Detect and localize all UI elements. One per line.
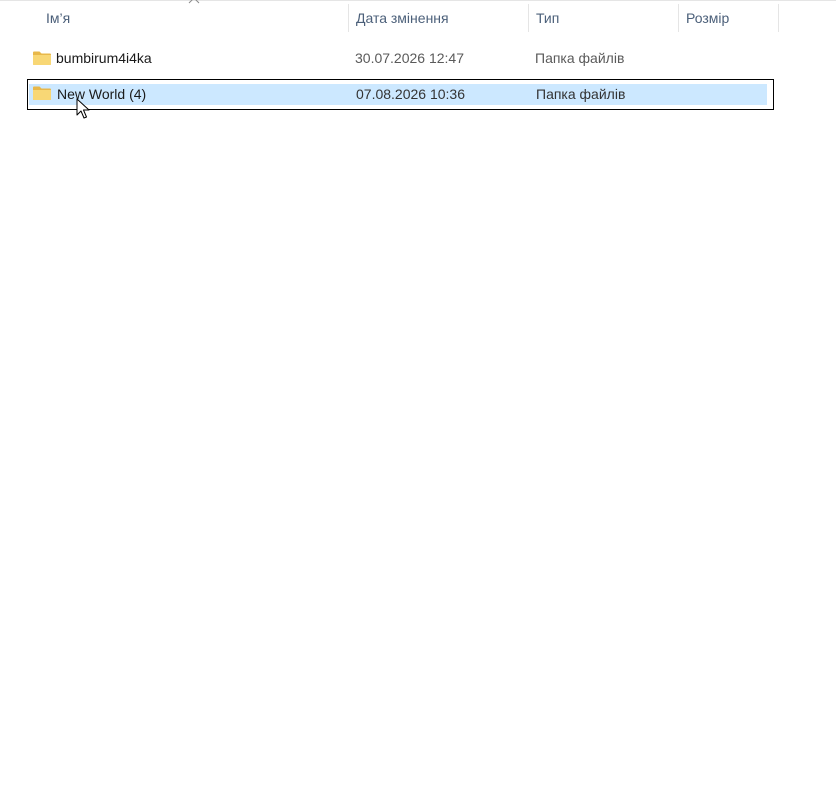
chevron-up-icon	[188, 0, 200, 4]
file-date-modified: 30.07.2026 12:47	[355, 50, 464, 66]
column-header-size-label: Розмір	[686, 10, 730, 26]
column-header-bar: Ім’я Дата змінення Тип Розмір	[0, 0, 836, 34]
column-header-type-label: Тип	[536, 10, 560, 26]
file-name[interactable]: bumbirum4i4ka	[56, 44, 152, 73]
folder-icon	[33, 51, 51, 65]
column-header-type[interactable]: Тип	[529, 2, 679, 34]
column-header-size[interactable]: Розмір	[679, 2, 779, 34]
column-header-date-label: Дата змінення	[356, 10, 449, 26]
file-date-modified: 07.08.2026 10:36	[356, 86, 465, 102]
column-header-name-label: Ім’я	[46, 10, 71, 26]
column-header-date-modified[interactable]: Дата змінення	[349, 2, 529, 34]
column-header-name[interactable]: Ім’я	[0, 0, 349, 34]
column-divider[interactable]	[778, 4, 779, 32]
file-type: Папка файлів	[535, 50, 625, 66]
file-row[interactable]: bumbirum4i4ka 30.07.2026 12:47 Папка фай…	[27, 44, 774, 75]
file-name[interactable]: New World (4)	[57, 80, 146, 109]
folder-icon	[33, 86, 51, 100]
top-border	[0, 0, 836, 1]
file-type: Папка файлів	[536, 86, 626, 102]
file-row-selected[interactable]: New World (4) 07.08.2026 10:36 Папка фай…	[27, 79, 774, 110]
